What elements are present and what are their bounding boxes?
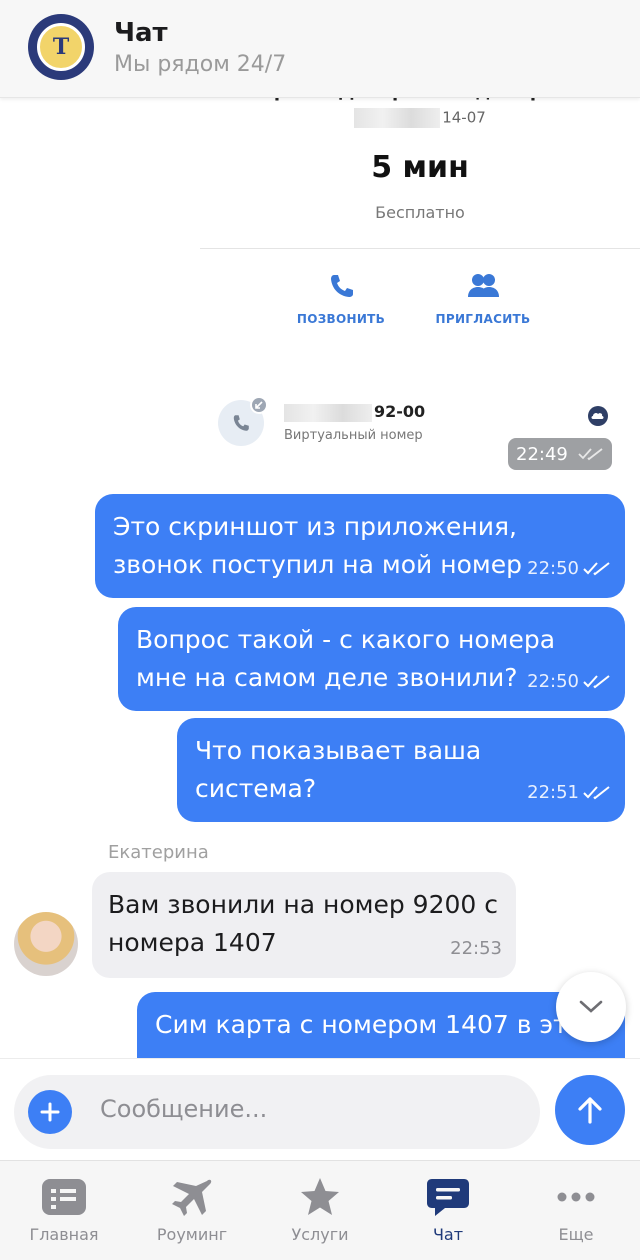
message-meta: 22:50	[527, 663, 611, 701]
bank-logo-avatar[interactable]: Т	[28, 14, 94, 80]
tab-services[interactable]: Услуги	[256, 1161, 384, 1260]
double-check-icon	[578, 448, 603, 461]
message-input[interactable]: Сообщение...	[14, 1075, 540, 1149]
outgoing-message[interactable]: Вопрос такой - с какого номера мне на са…	[118, 607, 625, 711]
outgoing-message[interactable]: Сим карта с номером 1407 в эт	[137, 992, 625, 1058]
double-check-icon	[583, 562, 610, 576]
message-time: 22:50	[527, 671, 579, 692]
message-text: Вам звонили на номер 9200 с номера 1407	[108, 890, 498, 957]
tab-roaming[interactable]: Роуминг	[128, 1161, 256, 1260]
tab-label: Услуги	[291, 1225, 349, 1244]
scroll-down-button[interactable]	[556, 972, 626, 1042]
phone-icon	[233, 415, 249, 431]
chat-icon	[427, 1179, 469, 1216]
more-dots-icon	[557, 1192, 595, 1202]
agent-avatar[interactable]	[14, 912, 78, 976]
arrow-up-icon	[578, 1097, 602, 1124]
logo-emblem-icon: Т	[37, 23, 85, 71]
outgoing-message[interactable]: Это скриншот из приложения, звонок посту…	[95, 494, 625, 598]
people-icon	[468, 274, 499, 297]
caller-name: Сергеев Дмитрий Владимирович	[200, 98, 640, 108]
call-date-suffix: 14-07	[442, 108, 486, 127]
double-check-icon	[583, 786, 610, 800]
tab-label: Еще	[558, 1225, 594, 1244]
blurred-redaction	[354, 108, 441, 128]
divider	[200, 248, 640, 249]
arrow-incoming-icon	[250, 396, 268, 414]
message-time: 22:53	[450, 938, 502, 959]
call-button-label: ПОЗВОНИТЬ	[296, 312, 386, 326]
call-price: Бесплатно	[375, 203, 465, 222]
call-time-badge: 22:49	[508, 438, 612, 470]
plus-icon	[40, 1102, 60, 1122]
chat-title: Чат	[114, 18, 168, 48]
invite-button[interactable]: ПРИГЛАСИТЬ	[418, 266, 548, 326]
call-date: 14-07	[200, 108, 640, 128]
message-time: 22:51	[527, 782, 579, 803]
home-grid-icon	[42, 1179, 86, 1215]
plane-icon	[172, 1179, 212, 1216]
cloud-icon	[588, 406, 608, 426]
message-meta: 22:51	[527, 774, 611, 812]
chat-subtitle: Мы рядом 24/7	[114, 52, 287, 77]
tab-chat[interactable]: Чат	[384, 1161, 512, 1260]
attach-plus-button[interactable]	[28, 1090, 72, 1134]
bottom-tab-bar: Главная Роуминг Услуги Чат Еще	[0, 1160, 640, 1260]
incoming-message[interactable]: Вам звонили на номер 9200 с номера 1407 …	[92, 872, 516, 978]
tab-more[interactable]: Еще	[512, 1161, 640, 1260]
tab-label: Главная	[29, 1225, 99, 1244]
invite-button-label: ПРИГЛАСИТЬ	[435, 312, 531, 326]
arrow-icon	[255, 401, 263, 409]
tab-label: Роуминг	[156, 1225, 228, 1244]
message-composer: Сообщение...	[0, 1058, 640, 1160]
message-list[interactable]: Сергеев Дмитрий Владимирович 14-07 5 мин…	[0, 98, 640, 1058]
message-meta: 22:53	[450, 930, 502, 968]
chevron-down-icon	[579, 1000, 603, 1013]
call-duration: 5 мин	[371, 150, 469, 185]
message-meta: 22:50	[527, 550, 611, 588]
message-time: 22:50	[527, 558, 579, 579]
double-check-icon	[583, 675, 610, 689]
blurred-redaction	[284, 403, 372, 422]
send-button[interactable]	[555, 1075, 625, 1145]
tab-label: Чат	[432, 1225, 464, 1244]
call-number: 92-00	[284, 402, 425, 422]
tab-home[interactable]: Главная	[0, 1161, 128, 1260]
chat-header: Т Чат Мы рядом 24/7	[0, 0, 640, 98]
sender-name: Екатерина	[108, 842, 209, 863]
phone-icon	[331, 275, 353, 297]
message-placeholder: Сообщение...	[100, 1095, 268, 1123]
outgoing-message[interactable]: Что показывает ваша система? 22:51	[177, 718, 625, 822]
call-number-suffix: 92-00	[374, 402, 426, 421]
call-time: 22:49	[516, 443, 568, 465]
call-log-entry[interactable]: 92-00 Виртуальный номер 22:49	[212, 394, 622, 474]
star-icon	[301, 1178, 339, 1215]
call-button[interactable]: ПОЗВОНИТЬ	[276, 266, 406, 326]
message-text: Сим карта с номером 1407 в эт	[155, 1010, 568, 1039]
call-caption: Виртуальный номер	[284, 428, 423, 443]
